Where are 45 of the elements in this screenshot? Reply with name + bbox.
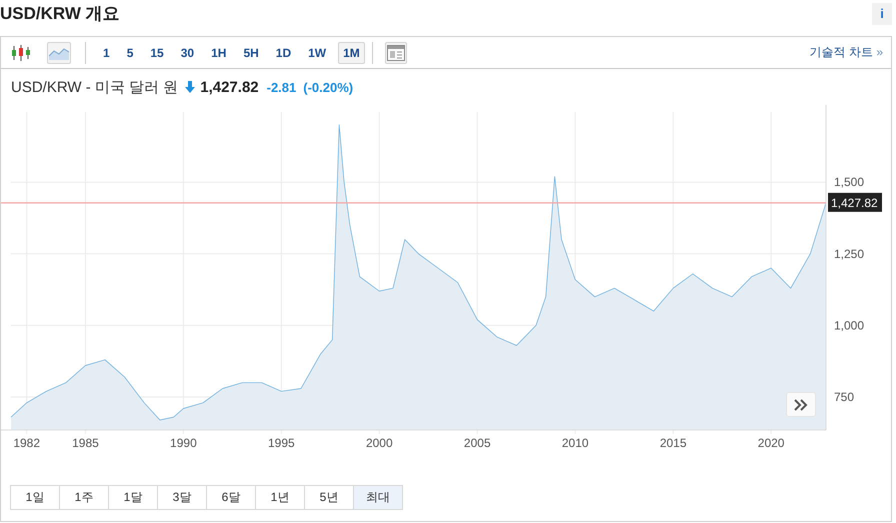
double-chevron-icon [794, 398, 808, 410]
interval-button[interactable]: 1H [206, 42, 232, 64]
instrument-name: USD/KRW - 미국 달러 원 [11, 78, 178, 96]
range-button[interactable]: 1년 [255, 485, 305, 510]
technical-chart-link[interactable]: 기술적 차트 » [810, 44, 883, 61]
x-axis-label: 2015 [660, 436, 687, 450]
candlestick-icon [11, 44, 31, 62]
x-axis-label: 2000 [366, 436, 393, 450]
interval-button[interactable]: 1W [303, 42, 332, 64]
y-axis-label: 750 [834, 390, 854, 404]
layout-button[interactable] [384, 42, 407, 64]
interval-button[interactable]: 1 [98, 42, 115, 64]
layout-icon [386, 44, 405, 60]
interval-button[interactable]: 5 [122, 42, 138, 64]
x-axis-label: 1982 [13, 436, 40, 450]
x-axis-label: 1995 [268, 436, 295, 450]
y-axis-label: 1,250 [834, 246, 864, 261]
range-button[interactable]: 1주 [59, 485, 109, 510]
range-button[interactable]: 최대 [353, 485, 403, 510]
expand-button[interactable] [786, 392, 816, 417]
ref-line-label: 1,427.82 [831, 196, 878, 210]
percent-change: (-0.20%) [303, 80, 354, 94]
range-button[interactable]: 5년 [304, 485, 354, 510]
x-axis-label: 1985 [72, 436, 99, 450]
range-button[interactable]: 1일 [10, 485, 60, 510]
x-axis-label: 2010 [562, 436, 589, 450]
interval-button[interactable]: 1D [270, 42, 296, 64]
interval-button[interactable]: 30 [176, 42, 200, 64]
price: 1,427.82 [200, 78, 259, 96]
y-axis-label: 1,500 [834, 175, 864, 190]
interval-button[interactable]: 5H [238, 42, 264, 64]
x-axis-label: 1990 [170, 436, 197, 450]
page-title: USD/KRW 개요 [0, 3, 120, 25]
range-button[interactable]: 6달 [206, 485, 256, 510]
range-button[interactable]: 1달 [108, 485, 158, 510]
y-axis-label: 1,000 [834, 318, 864, 332]
price-change: -2.81 [266, 80, 296, 94]
area-chart-icon [49, 46, 69, 60]
range-button[interactable]: 3달 [157, 485, 207, 510]
x-axis-label: 2005 [464, 436, 491, 450]
x-axis-label: 2020 [758, 436, 784, 450]
info-button[interactable]: i [872, 2, 892, 24]
price-tag: 1,427.82 [828, 192, 882, 212]
interval-button[interactable]: 1M [338, 42, 365, 64]
interval-button[interactable]: 15 [145, 42, 169, 64]
